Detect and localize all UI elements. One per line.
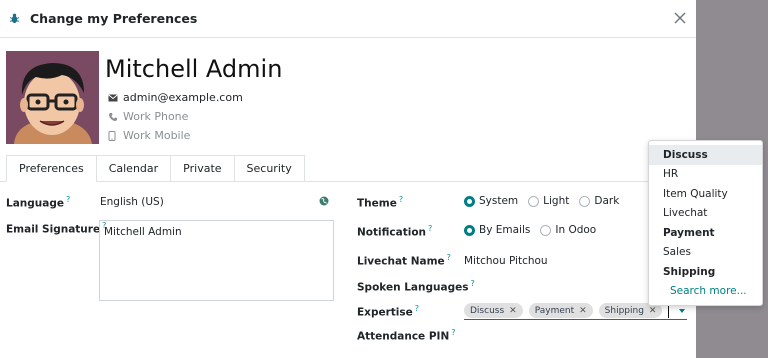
radio-dot [464,224,475,236]
dropdown-search-more[interactable]: Search more... [649,282,762,302]
dropdown-item-livechat[interactable]: Livechat [649,204,762,224]
tab-security[interactable]: Security [233,155,305,182]
language-select[interactable]: English (US) [100,196,164,208]
radio-dot [528,195,540,207]
tab-private[interactable]: Private [170,155,235,182]
expertise-input-underline [464,319,687,320]
notification-label: Notification? [357,224,432,239]
avatar[interactable] [6,51,99,144]
theme-radio-group: System Light Dark [464,195,629,207]
user-name[interactable]: Mitchell Admin [105,55,282,83]
email-value: admin@example.com [123,91,243,104]
expertise-dropdown: Discuss HR Item Quality Livechat Payment… [648,140,763,306]
dropdown-item-discuss[interactable]: Discuss [649,145,762,165]
tab-calendar[interactable]: Calendar [95,155,172,182]
tag-remove-icon[interactable]: ✕ [509,306,517,316]
notification-option-emails[interactable]: By Emails [464,224,530,236]
expertise-label: Expertise? [357,304,419,319]
mobile-icon [108,130,118,141]
tag-remove-icon[interactable]: ✕ [579,306,587,316]
dropdown-item-shipping[interactable]: Shipping [649,262,762,282]
radio-dot [579,195,591,207]
tab-bar: Preferences Calendar Private Security [6,155,305,182]
work-phone-field[interactable]: Work Phone [108,110,188,123]
radio-label: By Emails [479,224,531,236]
dialog-header: Change my Preferences [0,0,696,38]
radio-label: Dark [594,195,620,207]
expertise-tag: Discuss ✕ [464,303,523,318]
dropdown-item-hr[interactable]: HR [649,165,762,185]
signature-label-text: Email Signature [6,223,101,236]
livechat-label-text: Livechat Name [357,255,445,268]
radio-label: In Odoo [555,224,597,236]
tab-preferences[interactable]: Preferences [6,155,97,182]
caret-down-icon[interactable] [679,309,685,313]
email-field[interactable]: admin@example.com [108,91,243,104]
help-marker[interactable]: ? [447,253,451,262]
attendance-label-text: Attendance PIN [357,330,450,343]
phone-icon [108,112,118,122]
spoken-languages-label: Spoken Languages? [357,279,475,294]
preferences-dialog: Change my Preferences Mitchell Admin adm… [0,0,696,358]
radio-dot [540,224,552,236]
tag-label: Discuss [470,305,505,316]
help-marker[interactable]: ? [428,224,432,233]
theme-option-light[interactable]: Light [528,195,569,207]
work-phone-placeholder: Work Phone [123,110,189,123]
radio-label: Light [543,195,570,207]
livechat-name-label: Livechat Name? [357,253,451,268]
work-mobile-field[interactable]: Work Mobile [108,129,190,142]
bug-icon [8,13,20,25]
radio-label: System [479,195,519,207]
notification-option-odoo[interactable]: In Odoo [540,224,596,236]
language-label: Language? [6,195,70,210]
notification-label-text: Notification [357,226,427,239]
email-signature-editor[interactable]: Mitchell Admin [99,220,334,301]
tag-label: Payment [534,305,575,316]
signature-text: Mitchell Admin [104,226,182,238]
language-label-text: Language [6,197,64,210]
dropdown-item-sales[interactable]: Sales [649,243,762,263]
help-marker[interactable]: ? [399,195,403,204]
dropdown-item-item-quality[interactable]: Item Quality [649,184,762,204]
attendance-pin-label: Attendance PIN? [357,328,455,343]
radio-dot [464,195,475,207]
close-icon[interactable] [672,10,688,26]
signature-label: Email Signature? [6,221,106,236]
theme-option-system[interactable]: System [464,195,518,207]
theme-option-dark[interactable]: Dark [579,195,619,207]
notification-radio-group: By Emails In Odoo [464,224,606,236]
theme-label-text: Theme [357,197,397,210]
help-marker[interactable]: ? [66,195,70,204]
help-marker[interactable]: ? [415,304,419,313]
tag-remove-icon[interactable]: ✕ [649,306,657,316]
help-marker[interactable]: ? [470,279,474,288]
theme-label: Theme? [357,195,403,210]
envelope-icon [108,93,118,103]
dropdown-item-payment[interactable]: Payment [649,223,762,243]
globe-icon[interactable] [319,196,329,206]
expertise-tag: Payment ✕ [528,303,593,318]
dialog-title: Change my Preferences [30,11,198,26]
spoken-label-text: Spoken Languages [357,281,469,294]
livechat-name-input[interactable]: Mitchou Pitchou [464,255,548,267]
expertise-tags: Discuss ✕ Payment ✕ Shipping ✕ [464,303,678,318]
help-marker[interactable]: ? [451,328,455,337]
work-mobile-placeholder: Work Mobile [123,129,191,142]
expertise-label-text: Expertise [357,306,413,319]
tag-label: Shipping [604,305,644,316]
